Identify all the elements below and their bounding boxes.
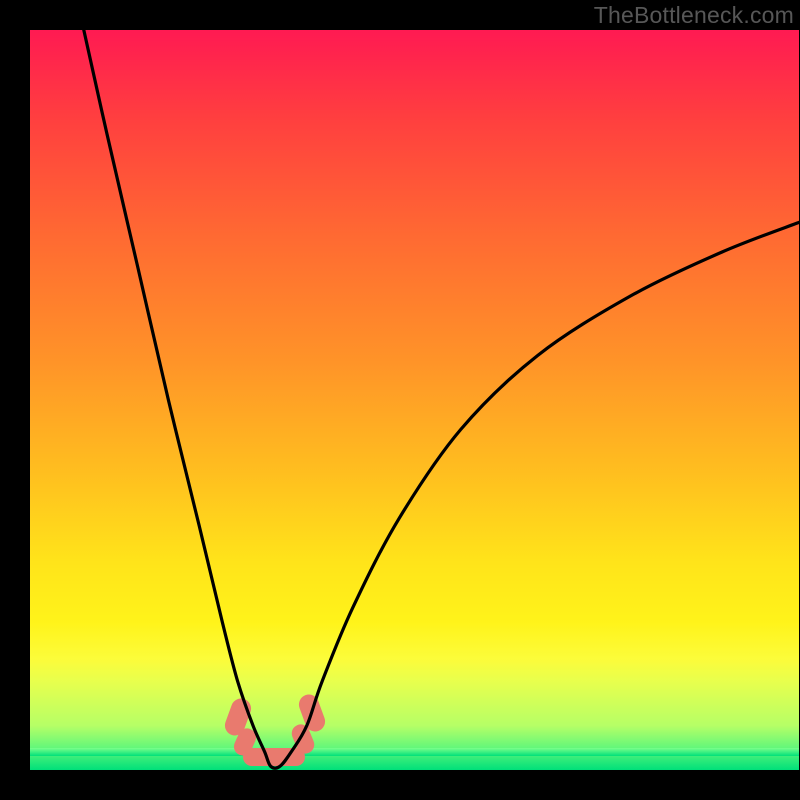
plot-area: [30, 30, 799, 770]
curve-path: [84, 30, 799, 768]
outer-black-frame: TheBottleneck.com: [0, 0, 800, 800]
curve-svg: [30, 30, 799, 770]
watermark-text: TheBottleneck.com: [594, 2, 794, 29]
